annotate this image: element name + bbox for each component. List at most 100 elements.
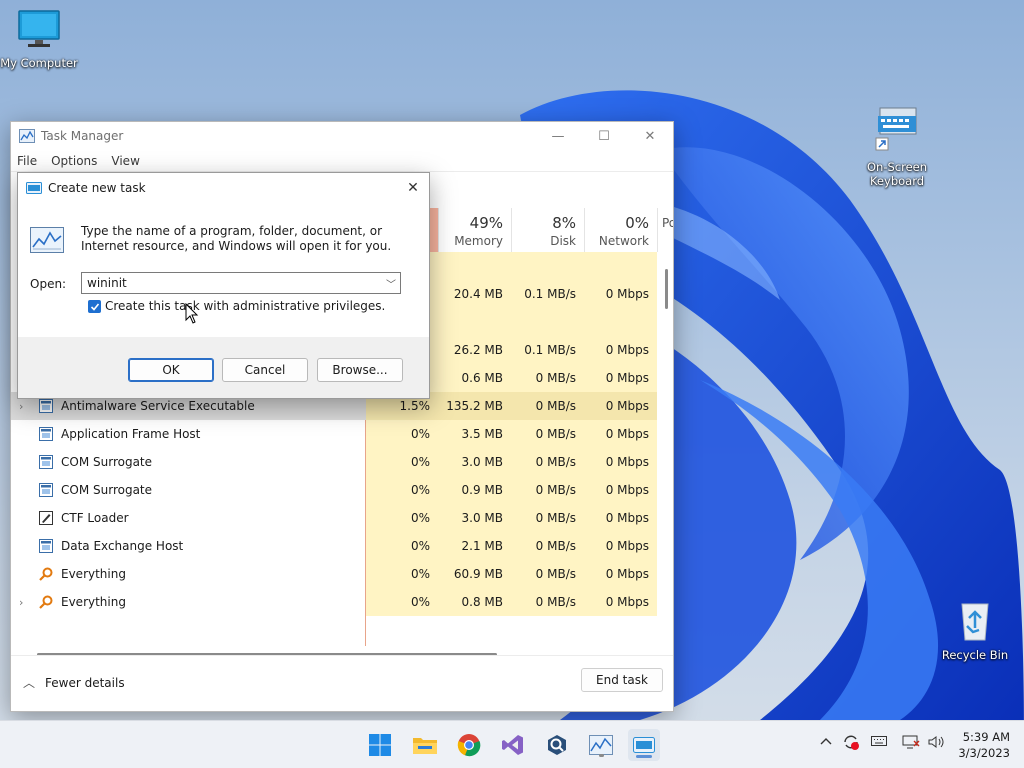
column-disk[interactable]: 8% Disk [511, 208, 584, 252]
search-app-icon [39, 567, 53, 581]
task-manager-graph-icon [30, 227, 64, 253]
taskbar-app[interactable] [541, 729, 573, 761]
start-button[interactable] [364, 729, 396, 761]
dialog-title: Create new task [48, 181, 146, 195]
memory-percent: 49% [469, 214, 503, 232]
dialog-titlebar[interactable]: Create new task [18, 173, 429, 203]
network-percent: 0% [625, 214, 649, 232]
cell-disk: 0 MB/s [511, 392, 584, 420]
tray-volume[interactable] [927, 734, 945, 754]
cell-net: 0 Mbps [584, 336, 657, 364]
process-icon [39, 455, 53, 469]
close-button[interactable]: ✕ [627, 122, 673, 150]
cell-mem: 3.5 MB [438, 420, 511, 448]
process-icon [39, 539, 53, 553]
minimize-button[interactable]: — [535, 122, 581, 150]
chevron-up-icon: ︿ [23, 676, 36, 690]
dialog-close-button[interactable]: ✕ [397, 173, 429, 203]
tray-network[interactable] [902, 734, 920, 754]
desktop-icon-on-screen-keyboard[interactable]: On-Screen Keyboard [854, 104, 940, 188]
task-manager-footer: ︿ Fewer details End task [11, 655, 673, 711]
process-name: Everything [61, 595, 126, 609]
cell-cpu: 0% [366, 420, 438, 448]
desktop-icon-label: Recycle Bin [941, 648, 1009, 662]
task-manager-app-icon [19, 129, 35, 143]
cell-mem: 0.9 MB [438, 476, 511, 504]
menu-options[interactable]: Options [51, 154, 97, 168]
keyboard-icon [875, 107, 917, 151]
cell-mem: 2.1 MB [438, 532, 511, 560]
cell-mem: 3.0 MB [438, 448, 511, 476]
taskbar-run-dialog[interactable] [628, 729, 660, 761]
table-row[interactable]: COM Surrogate 0% 3.0 MB 0 MB/s 0 Mbps [11, 448, 657, 476]
column-network[interactable]: 0% Network [584, 208, 657, 252]
run-dialog-icon [26, 182, 42, 194]
table-row[interactable]: Data Exchange Host 0% 2.1 MB 0 MB/s 0 Mbps [11, 532, 657, 560]
dialog-message: Type the name of a program, folder, docu… [81, 224, 392, 253]
power-label: Po [662, 216, 673, 230]
cell-disk: 0 MB/s [511, 588, 584, 616]
taskbar: 5:39 AM 3/3/2023 [0, 720, 1024, 768]
fewer-details-link[interactable]: ︿ Fewer details [23, 674, 125, 691]
sync-alert-icon [844, 735, 859, 750]
table-row[interactable]: Everything 0% 60.9 MB 0 MB/s 0 Mbps [11, 560, 657, 588]
table-row[interactable]: Application Frame Host 0% 3.5 MB 0 MB/s 0 Mb… [11, 420, 657, 448]
fewer-details-label: Fewer details [45, 675, 125, 690]
menu-file[interactable]: File [17, 154, 37, 168]
menu-bar: File Options View [11, 150, 673, 172]
monitor-icon [18, 10, 60, 47]
tray-keyboard[interactable] [871, 735, 887, 751]
network-label: Network [598, 234, 649, 248]
desktop-icon-label: My Computer [0, 56, 78, 70]
magnifier-app-icon [548, 735, 566, 755]
taskbar-visual-studio[interactable] [497, 729, 529, 761]
cell-disk: 0 MB/s [511, 560, 584, 588]
chevron-down-icon[interactable]: ﹀ [382, 273, 400, 293]
cell-cpu: 0% [366, 448, 438, 476]
cell-disk: 0 MB/s [511, 448, 584, 476]
disk-percent: 8% [552, 214, 576, 232]
cell-mem: 135.2 MB [438, 392, 511, 420]
menu-view[interactable]: View [111, 154, 139, 168]
folder-icon [413, 738, 437, 754]
table-row[interactable]: CTF Loader 0% 3.0 MB 0 MB/s 0 Mbps [11, 504, 657, 532]
column-power[interactable]: Po [657, 208, 673, 252]
cancel-button[interactable]: Cancel [222, 358, 308, 382]
cell-cpu: 0% [366, 560, 438, 588]
create-new-task-dialog[interactable]: Create new task ✕ Type the name of a pro… [17, 172, 430, 399]
column-memory[interactable]: 49% Memory [438, 208, 511, 252]
admin-privileges-checkbox[interactable] [88, 300, 101, 313]
tray-sync[interactable] [842, 733, 860, 755]
ok-button[interactable]: OK [128, 358, 214, 382]
cell-disk: 0 MB/s [511, 364, 584, 392]
vertical-scrollbar[interactable] [665, 269, 668, 309]
end-task-button[interactable]: End task [581, 668, 663, 692]
cell-mem: 0.6 MB [438, 364, 511, 392]
maximize-button[interactable]: ☐ [581, 122, 627, 150]
cell-cpu: 0% [366, 532, 438, 560]
system-clock[interactable]: 5:39 AM 3/3/2023 [958, 729, 1010, 761]
process-name: Everything [61, 567, 126, 581]
browse-button[interactable]: Browse... [317, 358, 403, 382]
cell-disk [511, 308, 584, 336]
cell-cpu: 0% [366, 588, 438, 616]
expand-chevron-icon[interactable]: › [19, 596, 23, 609]
network-icon [902, 735, 920, 749]
expand-chevron-icon[interactable]: › [19, 400, 23, 413]
search-app-icon [39, 595, 53, 609]
open-input[interactable] [81, 272, 401, 294]
visual-studio-icon [502, 735, 523, 755]
admin-privileges-label[interactable]: Create this task with administrative pri… [105, 299, 385, 313]
cell-cpu: 0% [366, 476, 438, 504]
desktop-icon-recycle-bin[interactable]: Recycle Bin [932, 600, 1018, 662]
cell-disk: 0.1 MB/s [511, 336, 584, 364]
desktop-icon-my-computer[interactable]: My Computer [0, 8, 82, 70]
cell-net: 0 Mbps [584, 420, 657, 448]
table-row[interactable]: COM Surrogate 0% 0.9 MB 0 MB/s 0 Mbps [11, 476, 657, 504]
tray-chevron[interactable] [820, 735, 832, 750]
taskbar-task-manager[interactable] [585, 729, 617, 761]
cell-net: 0 Mbps [584, 504, 657, 532]
taskbar-file-explorer[interactable] [409, 729, 441, 761]
table-row[interactable]: › Everything 0% 0.8 MB 0 MB/s 0 Mbps [11, 588, 657, 616]
taskbar-chrome[interactable] [453, 729, 485, 761]
